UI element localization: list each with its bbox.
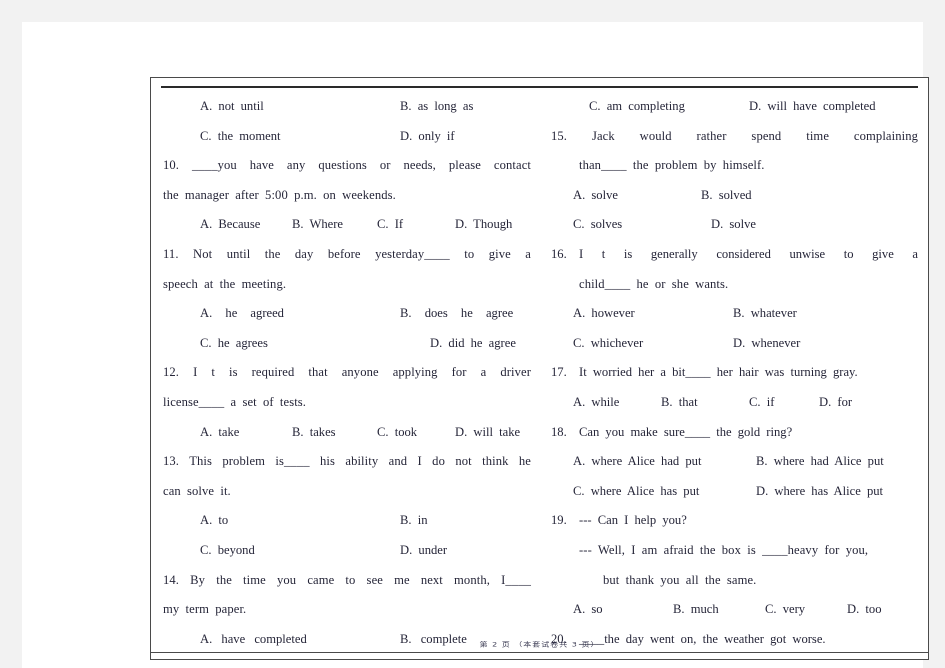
q18-option-b: B. where had Alice put	[756, 454, 884, 469]
q15-option-c: C. solves	[573, 217, 623, 232]
q17-stem-line1: It worried her a bit____ her hair was tu…	[579, 365, 858, 380]
q19-option-b: B. much	[673, 602, 719, 617]
q16-option-a: A. however	[573, 306, 635, 321]
q11-option-a: A. he agreed	[200, 306, 284, 321]
q12-option-b: B. takes	[292, 424, 336, 439]
q15-option-b: B. solved	[701, 187, 752, 202]
q16-stem-line1: I t is generally considered unwise to gi…	[579, 246, 918, 261]
q10-option-d: D. Though	[455, 217, 513, 232]
q17-stem-row: 17. It worried her a bit____ her hair wa…	[551, 358, 918, 388]
q15-option-a: A. solve	[573, 187, 618, 202]
header-rule	[161, 86, 918, 88]
q9-option-a: A. not until	[200, 99, 264, 113]
q17-option-a: A. while	[573, 394, 620, 409]
q9-option-d: D. only if	[400, 128, 455, 143]
footer-rule	[151, 652, 928, 653]
q19-option-c: C. very	[765, 602, 806, 617]
q14-stem-line2: my term paper.	[163, 602, 247, 617]
q16-option-c: C. whichever	[573, 335, 644, 350]
q13-stem-line1: 13. This problem is____ his ability and …	[163, 454, 531, 469]
q10-option-a: A. Because	[200, 217, 261, 232]
q16-option-b: B. whatever	[733, 306, 797, 321]
right-column: C. am completing D. will have completed …	[543, 92, 928, 647]
q12-stem-line2: license____ a set of tests.	[163, 394, 307, 409]
q19-stem-line1: --- Can I help you?	[579, 513, 687, 528]
q15-stem-line2: than____ the problem by himself.	[579, 158, 765, 173]
q13-option-c: C. beyond	[200, 542, 255, 557]
q12-options-row: A. take B. takes C. took D. will take	[163, 418, 531, 448]
q11-options-row-cd: C. he agrees D. did he agree	[163, 329, 531, 359]
q11-option-b: B. does he agree	[400, 306, 514, 321]
q19-stem-line3: but thank you all the same.	[603, 572, 757, 587]
q15-stem-line1: 15. Jack would rather spend time complai…	[551, 128, 918, 143]
q13-option-b: B. in	[400, 513, 428, 528]
q11-options-row-ab: A. he agreed B. does he agree	[163, 299, 531, 329]
q9-options-row-ab: A. not until B. as long as	[163, 92, 531, 122]
q19-stem-row1: 19. --- Can I help you?	[551, 506, 918, 536]
q16-stem-row: 16. I t is generally considered unwise t…	[551, 240, 918, 270]
q18-stem-line1: Can you make sure____ the gold ring?	[579, 424, 793, 439]
q11-stem-line2: speech at the meeting.	[163, 276, 287, 291]
q14-option-c: C. am completing	[589, 99, 685, 113]
q14-option-d: D. will have completed	[749, 99, 876, 113]
q18-option-c: C. where Alice has put	[573, 483, 700, 498]
q19-number: 19.	[551, 513, 567, 528]
q10-stem-line1: 10. ____you have any questions or needs,…	[163, 158, 531, 173]
q13-stem-line2: can solve it.	[163, 483, 231, 498]
q9-options-row-cd: C. the moment D. only if	[163, 122, 531, 152]
q19-options-row: A. so B. much C. very D. too	[551, 595, 918, 625]
q16-stem-line2: child____ he or she wants.	[579, 276, 729, 291]
q10-options-row: A. Because B. Where C. If D. Though	[163, 210, 531, 240]
q10-stem-line2: the manager after 5:00 p.m. on weekends.	[163, 187, 396, 202]
q18-option-a: A. where Alice had put	[573, 454, 702, 469]
q10-option-c: C. If	[377, 217, 404, 232]
q18-stem-row: 18. Can you make sure____ the gold ring?	[551, 418, 918, 448]
q19-option-d: D. too	[847, 602, 882, 617]
content-frame: A. not until B. as long as C. the moment…	[150, 77, 929, 660]
q13-options-row-cd: C. beyond D. under	[163, 536, 531, 566]
q14-options-row-cd: C. am completing D. will have completed	[551, 92, 918, 122]
left-column: A. not until B. as long as C. the moment…	[151, 92, 543, 647]
q9-option-c: C. the moment	[200, 128, 281, 143]
q13-options-row-ab: A. to B. in	[163, 506, 531, 536]
q19-option-a: A. so	[573, 602, 603, 617]
q19-stem-line2: --- Well, I am afraid the box is ____hea…	[579, 542, 869, 557]
q15-options-row-ab: A. solve B. solved	[551, 181, 918, 211]
two-column-layout: A. not until B. as long as C. the moment…	[151, 92, 928, 647]
paper-sheet: A. not until B. as long as C. the moment…	[22, 22, 929, 668]
q9-option-b: B. as long as	[400, 99, 474, 113]
q17-option-d: D. for	[819, 394, 853, 409]
q16-option-d: D. whenever	[733, 335, 801, 350]
q15-options-row-cd: C. solves D. solve	[551, 210, 918, 240]
q17-number: 17.	[551, 365, 567, 380]
q18-option-d: D. where has Alice put	[756, 483, 884, 498]
q16-options-row-cd: C. whichever D. whenever	[551, 329, 918, 359]
q12-stem-line1: 12. I t is required that anyone applying…	[163, 365, 531, 380]
q13-option-a: A. to	[200, 513, 229, 528]
q10-option-b: B. Where	[292, 217, 344, 232]
q18-options-row-cd: C. where Alice has put D. where has Alic…	[551, 477, 918, 507]
q12-option-c: C. took	[377, 424, 418, 439]
q16-number: 16.	[551, 246, 567, 261]
q18-number: 18.	[551, 424, 567, 439]
q18-options-row-ab: A. where Alice had put B. where had Alic…	[551, 447, 918, 477]
q11-option-d: D. did he agree	[430, 335, 516, 350]
q15-option-d: D. solve	[711, 217, 756, 232]
q13-option-d: D. under	[400, 542, 448, 557]
q17-options-row: A. while B. that C. if D. for	[551, 388, 918, 418]
page-number-footer: 第 2 页 （本套试卷共 3 页）	[479, 640, 600, 649]
q11-stem-line1: 11. Not until the day before yesterday__…	[163, 246, 531, 261]
q16-options-row-ab: A. however B. whatever	[551, 299, 918, 329]
q14-stem-line1: 14. By the time you came to see me next …	[163, 572, 531, 587]
q17-option-b: B. that	[661, 394, 698, 409]
q12-option-d: D. will take	[455, 424, 521, 439]
q12-option-a: A. take	[200, 424, 240, 439]
q17-option-c: C. if	[749, 394, 775, 409]
q11-option-c: C. he agrees	[200, 335, 268, 350]
